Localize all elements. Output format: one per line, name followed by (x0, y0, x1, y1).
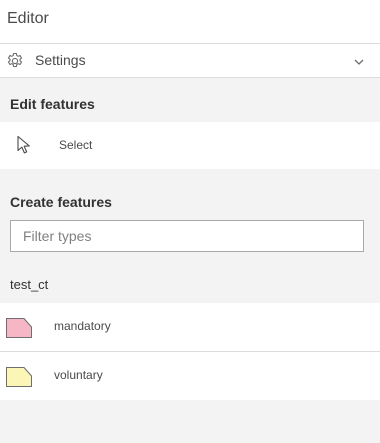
polygon-symbol-icon (6, 318, 32, 338)
create-features-heading: Create features (10, 194, 112, 210)
select-label: Select (59, 138, 93, 152)
template-label: mandatory (54, 319, 111, 333)
swatch-shape (6, 318, 32, 338)
template-label: voluntary (54, 368, 103, 382)
panel-title: Editor (7, 10, 49, 27)
template-mandatory[interactable]: mandatory (0, 303, 380, 351)
select-tool-button[interactable]: Select (0, 122, 380, 169)
chevron-down-icon (354, 59, 364, 65)
edit-features-heading: Edit features (10, 96, 95, 112)
settings-label: Settings (35, 52, 86, 68)
swatch-shape (6, 367, 32, 387)
filter-types-input[interactable] (10, 220, 364, 252)
layer-name: test_ct (10, 277, 49, 292)
gear-icon (7, 52, 23, 68)
cursor-arrow-icon (17, 135, 30, 154)
editor-panel: Editor Settings Edit features Select Cre… (0, 0, 380, 443)
template-voluntary[interactable]: voluntary (0, 352, 380, 400)
settings-toggle[interactable]: Settings (0, 44, 380, 78)
panel-header: Editor (0, 0, 380, 44)
polygon-symbol-icon (6, 367, 32, 387)
